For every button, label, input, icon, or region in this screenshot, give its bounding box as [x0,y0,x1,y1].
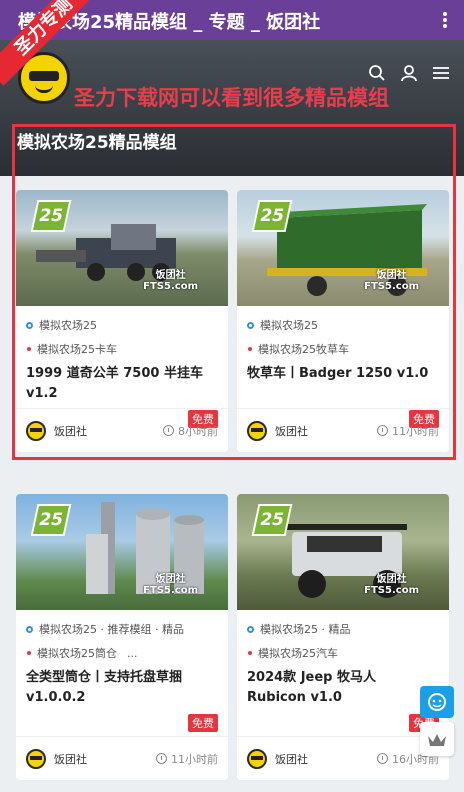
avatar[interactable] [247,420,267,441]
mod-card[interactable]: 25 饭团社 FTS5.com 模拟农场25 · 推荐模组 · 精品 模拟农场25… [16,494,228,780]
avatar[interactable] [247,748,267,769]
section-heading: 模拟农场25精品模组 [17,133,177,153]
mod-thumbnail[interactable]: 25 饭团社 FTS5.com [237,494,449,610]
card-category[interactable]: 模拟农场25 [260,317,318,333]
watermark: 饭团社 FTS5.com [364,574,419,596]
clock-icon [377,753,388,764]
card-tag[interactable]: 模拟农场25卡车 [37,341,117,357]
fs25-badge: 25 [30,200,72,232]
mod-card[interactable]: 25 饭团社 FTS5.com 模拟农场25 · 精品 模拟农场25汽车 2024… [237,494,449,780]
tag-icon [248,651,252,655]
clock-icon [156,753,167,764]
category-icon [26,625,33,633]
card-category[interactable]: 模拟农场25 · 推荐模组 · 精品 [39,621,184,637]
post-time: 8小时前 [178,424,218,438]
mod-card[interactable]: 25 饭团社 FTS5.com 模拟农场25 模拟农场25牧草车 牧草车丨Badg… [237,190,449,452]
author-name[interactable]: 饭团社 [275,423,377,439]
card-title[interactable]: 全类型筒仓丨支持托盘草捆 v1.0.0.2 [16,668,228,708]
promo-text: 圣力下载网可以看到很多精品模组 [74,86,389,110]
post-time: 11小时前 [392,424,439,438]
clock-icon [377,425,388,436]
mod-thumbnail[interactable]: 25 饭团社 FTS5.com [16,494,228,610]
category-icon [247,625,254,633]
card-tag[interactable]: 模拟农场25筒仓 [37,645,117,661]
search-icon[interactable] [368,64,386,82]
card-tag[interactable]: 模拟农场25汽车 [258,645,338,661]
tag-icon [248,347,252,351]
card-title[interactable]: 2024款 Jeep 牧马人 Rubicon v1.0 [237,668,449,708]
category-icon [26,321,33,329]
card-title[interactable]: 1999 道奇公羊 7500 半挂车 v1.2 [16,364,228,404]
menu-icon[interactable] [432,64,450,82]
watermark: 饭团社 FTS5.com [364,270,419,292]
back-to-top-icon[interactable] [420,722,454,756]
price-badge: 免费 [188,714,218,732]
user-icon[interactable] [400,64,418,82]
watermark: 饭团社 FTS5.com [143,574,198,596]
tag-icon [27,347,31,351]
card-category[interactable]: 模拟农场25 [39,317,97,333]
author-name[interactable]: 饭团社 [54,423,163,439]
author-name[interactable]: 饭团社 [54,751,156,767]
card-footer: 饭团社 11小时前 [16,736,228,780]
fs25-badge: 25 [30,504,72,536]
customer-service-icon[interactable] [420,686,454,718]
hero-banner: 圣力下载网可以看到很多精品模组 模拟农场25精品模组 [0,40,464,176]
category-icon [247,321,254,329]
mod-thumbnail[interactable]: 25 饭团社 FTS5.com [16,190,228,306]
header-actions [368,64,450,82]
more-vert-icon[interactable] [438,10,452,30]
card-footer: 饭团社 16小时前 [237,736,449,780]
card-category[interactable]: 模拟农场25 · 精品 [260,621,351,637]
card-title[interactable]: 牧草车丨Badger 1250 v1.0 [237,364,449,404]
avatar[interactable] [26,420,46,441]
card-footer: 饭团社 8小时前 [16,408,228,452]
post-time: 11小时前 [171,752,218,766]
fs25-badge: 25 [251,504,293,536]
card-footer: 饭团社 11小时前 [237,408,449,452]
author-name[interactable]: 饭团社 [275,751,377,767]
card-tag[interactable]: 模拟农场25牧草车 [258,341,349,357]
mod-card[interactable]: 25 饭团社 FTS5.com 模拟农场25 模拟农场25卡车 1999 道奇公羊… [16,190,228,452]
avatar[interactable] [26,748,46,769]
tag-icon [27,651,31,655]
watermark: 饭团社 FTS5.com [143,270,198,292]
fs25-badge: 25 [251,200,293,232]
clock-icon [163,425,174,436]
more-tags[interactable]: ... [127,647,138,660]
mod-thumbnail[interactable]: 25 饭团社 FTS5.com [237,190,449,306]
